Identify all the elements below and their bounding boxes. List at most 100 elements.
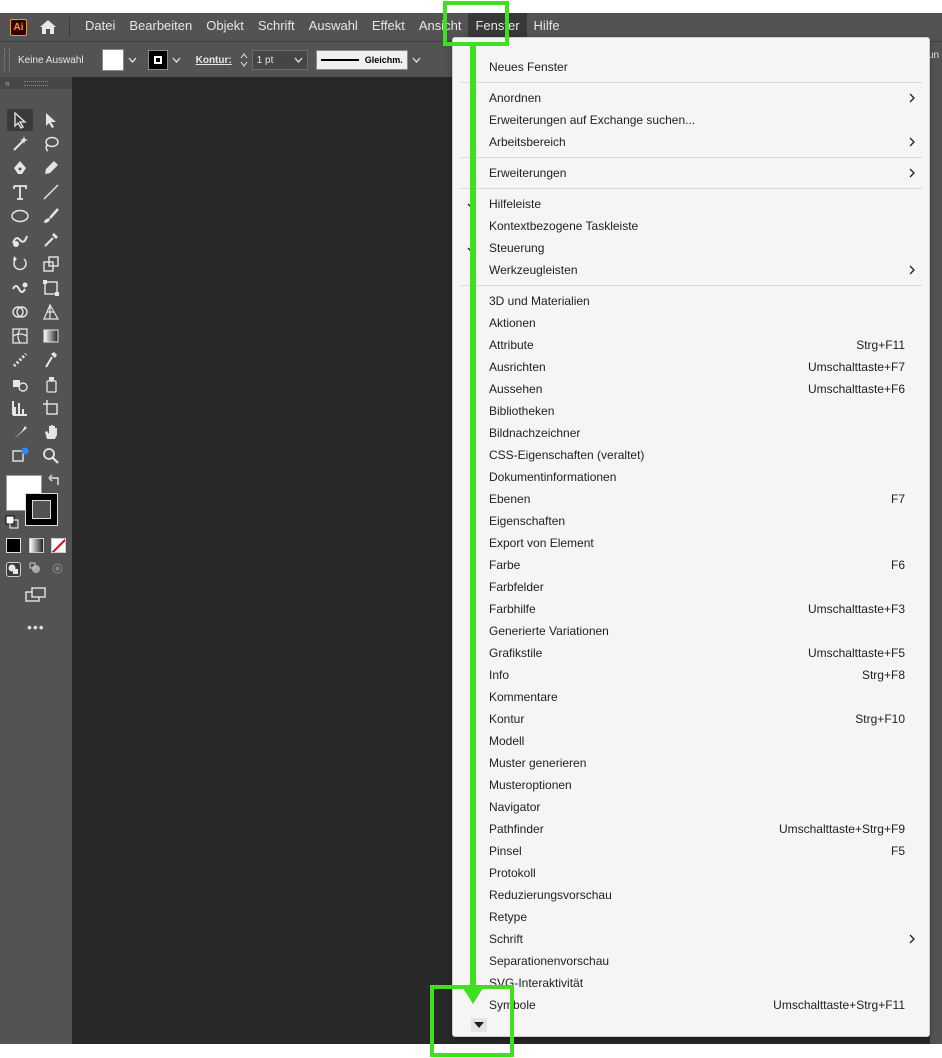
selection-tool-icon[interactable] <box>7 109 33 131</box>
free-transform-tool-icon[interactable] <box>38 277 64 299</box>
column-graph-tool-icon[interactable] <box>7 397 33 419</box>
home-icon[interactable] <box>37 17 59 37</box>
control-bar-grip[interactable] <box>4 48 10 72</box>
magic-wand-tool-icon[interactable] <box>7 133 33 155</box>
artboard-navigation-icon[interactable] <box>7 445 33 467</box>
zoom-tool-icon[interactable] <box>38 445 64 467</box>
menu-item-symbole[interactable]: Symbole Umschalttaste+Strg+F11 <box>453 994 929 1016</box>
rotate-tool-icon[interactable] <box>7 253 33 275</box>
stroke-weight-spinner[interactable] <box>238 50 250 70</box>
menu-item-arbeitsbereich[interactable]: Arbeitsbereich <box>453 131 929 153</box>
menu-item-modell[interactable]: Modell <box>453 730 929 752</box>
menu-item-css-eigenschaften-veraltet[interactable]: CSS-Eigenschaften (veraltet) <box>453 444 929 466</box>
blend-tool-icon[interactable] <box>7 349 33 371</box>
paintbrush-tool-icon[interactable] <box>38 205 64 227</box>
menu-item-ebenen[interactable]: Ebenen F7 <box>453 488 929 510</box>
shape-builder-tool-icon[interactable] <box>7 301 33 323</box>
menu-item-aussehen[interactable]: Aussehen Umschalttaste+F6 <box>453 378 929 400</box>
menu-item-eigenschaften[interactable]: Eigenschaften <box>453 510 929 532</box>
menu-item-anordnen[interactable]: Anordnen <box>453 87 929 109</box>
menu-item-steuerung[interactable]: Steuerung <box>453 237 929 259</box>
menu-item-farbe[interactable]: Farbe F6 <box>453 554 929 576</box>
draw-normal-icon[interactable] <box>6 562 21 577</box>
menu-bearbeiten[interactable]: Bearbeiten <box>122 13 199 41</box>
menu-item-erweiterungen-auf-exchange-suchen[interactable]: Erweiterungen auf Exchange suchen... <box>453 109 929 131</box>
stroke-color-box[interactable] <box>25 493 58 526</box>
stroke-weight-input[interactable]: 1 pt <box>251 50 308 70</box>
menu-item-schrift[interactable]: Schrift <box>453 928 929 950</box>
menu-schrift[interactable]: Schrift <box>251 13 302 41</box>
stroke-profile-select[interactable]: Gleichm. <box>315 50 408 70</box>
menu-item-info[interactable]: Info Strg+F8 <box>453 664 929 686</box>
artboard-tool-icon[interactable] <box>38 397 64 419</box>
menu-item-hilfeleiste[interactable]: Hilfeleiste <box>453 193 929 215</box>
menu-item-erweiterungen[interactable]: Erweiterungen <box>453 162 929 184</box>
lasso-tool-icon[interactable] <box>38 133 64 155</box>
menu-item-werkzeugleisten[interactable]: Werkzeugleisten <box>453 259 929 281</box>
menu-item-protokoll[interactable]: Protokoll <box>453 862 929 884</box>
hand-tool-icon[interactable] <box>38 421 64 443</box>
menu-item-reduzierungsvorschau[interactable]: Reduzierungsvorschau <box>453 884 929 906</box>
stroke-dropdown-chevron-icon[interactable] <box>170 50 184 70</box>
line-segment-tool-icon[interactable] <box>38 181 64 203</box>
menu-item-generierte-variationen[interactable]: Generierte Variationen <box>453 620 929 642</box>
menu-auswahl[interactable]: Auswahl <box>302 13 365 41</box>
menu-item-neues-fenster[interactable]: Neues Fenster <box>453 56 929 78</box>
menu-item-export-von-element[interactable]: Export von Element <box>453 532 929 554</box>
symbol-sprayer-tool-icon[interactable] <box>38 373 64 395</box>
type-tool-icon[interactable] <box>7 181 33 203</box>
menu-item-ausrichten[interactable]: Ausrichten Umschalttaste+F7 <box>453 356 929 378</box>
menu-item-farbfelder[interactable]: Farbfelder <box>453 576 929 598</box>
curvature-tool-icon[interactable] <box>38 157 64 179</box>
menu-item-kontur[interactable]: Kontur Strg+F10 <box>453 708 929 730</box>
default-fill-stroke-icon[interactable] <box>5 515 19 529</box>
stroke-swatch[interactable] <box>147 50 168 70</box>
eyedropper-tool-icon[interactable] <box>38 229 64 251</box>
menu-item-pathfinder[interactable]: Pathfinder Umschalttaste+Strg+F9 <box>453 818 929 840</box>
warp-tool-icon[interactable] <box>7 277 33 299</box>
menu-datei[interactable]: Datei <box>78 13 122 41</box>
gradient-mode-icon[interactable] <box>28 538 44 553</box>
collapse-icon[interactable]: « <box>5 77 10 89</box>
menu-item-svg-interaktivit-t[interactable]: SVG-Interaktivität <box>453 972 929 994</box>
menu-item-retype[interactable]: Retype <box>453 906 929 928</box>
fill-swatch[interactable] <box>101 49 124 71</box>
stroke-panel-link[interactable]: Kontur: <box>196 55 232 66</box>
menu-objekt[interactable]: Objekt <box>199 13 251 41</box>
perspective-grid-tool-icon[interactable] <box>38 301 64 323</box>
eyedropper-measure-tool-icon[interactable] <box>38 349 64 371</box>
stroke-profile-chevron-icon[interactable] <box>410 50 424 70</box>
menu-item-separationenvorschau[interactable]: Separationenvorschau <box>453 950 929 972</box>
pen-tool-icon[interactable] <box>7 157 33 179</box>
menu-item-aktionen[interactable]: Aktionen <box>453 312 929 334</box>
draw-behind-icon[interactable] <box>29 562 44 577</box>
menu-item-kontextbezogene-taskleiste[interactable]: Kontextbezogene Taskleiste <box>453 215 929 237</box>
swap-fill-stroke-icon[interactable] <box>48 474 62 488</box>
fill-dropdown-chevron-icon[interactable] <box>126 50 140 70</box>
menu-item-musteroptionen[interactable]: Musteroptionen <box>453 774 929 796</box>
scale-tool-icon[interactable] <box>38 253 64 275</box>
live-paint-tool-icon[interactable] <box>7 373 33 395</box>
menu-item-dokumentinformationen[interactable]: Dokumentinformationen <box>453 466 929 488</box>
menu-item-3d-und-materialien[interactable]: 3D und Materialien <box>453 290 929 312</box>
edit-toolbar-more-icon[interactable]: ••• <box>27 619 45 635</box>
menu-item-grafikstile[interactable]: Grafikstile Umschalttaste+F5 <box>453 642 929 664</box>
shaper-tool-icon[interactable] <box>7 229 33 251</box>
slice-tool-icon[interactable] <box>7 421 33 443</box>
color-mode-icon[interactable] <box>6 538 21 553</box>
app-logo[interactable]: Ai <box>10 18 27 36</box>
menu-item-attribute[interactable]: Attribute Strg+F11 <box>453 334 929 356</box>
menu-item-kommentare[interactable]: Kommentare <box>453 686 929 708</box>
mesh-tool-icon[interactable] <box>7 325 33 347</box>
menu-effekt[interactable]: Effekt <box>365 13 412 41</box>
direct-selection-tool-icon[interactable] <box>38 109 64 131</box>
menu-item-bibliotheken[interactable]: Bibliotheken <box>453 400 929 422</box>
screen-mode-icon[interactable] <box>25 586 47 604</box>
toolbar-grip[interactable] <box>24 81 48 86</box>
menu-item-navigator[interactable]: Navigator <box>453 796 929 818</box>
menu-item-farbhilfe[interactable]: Farbhilfe Umschalttaste+F3 <box>453 598 929 620</box>
draw-inside-icon[interactable] <box>51 562 66 577</box>
gradient-tool-icon[interactable] <box>38 325 64 347</box>
menu-item-bildnachzeichner[interactable]: Bildnachzeichner <box>453 422 929 444</box>
ellipse-tool-icon[interactable] <box>7 205 33 227</box>
